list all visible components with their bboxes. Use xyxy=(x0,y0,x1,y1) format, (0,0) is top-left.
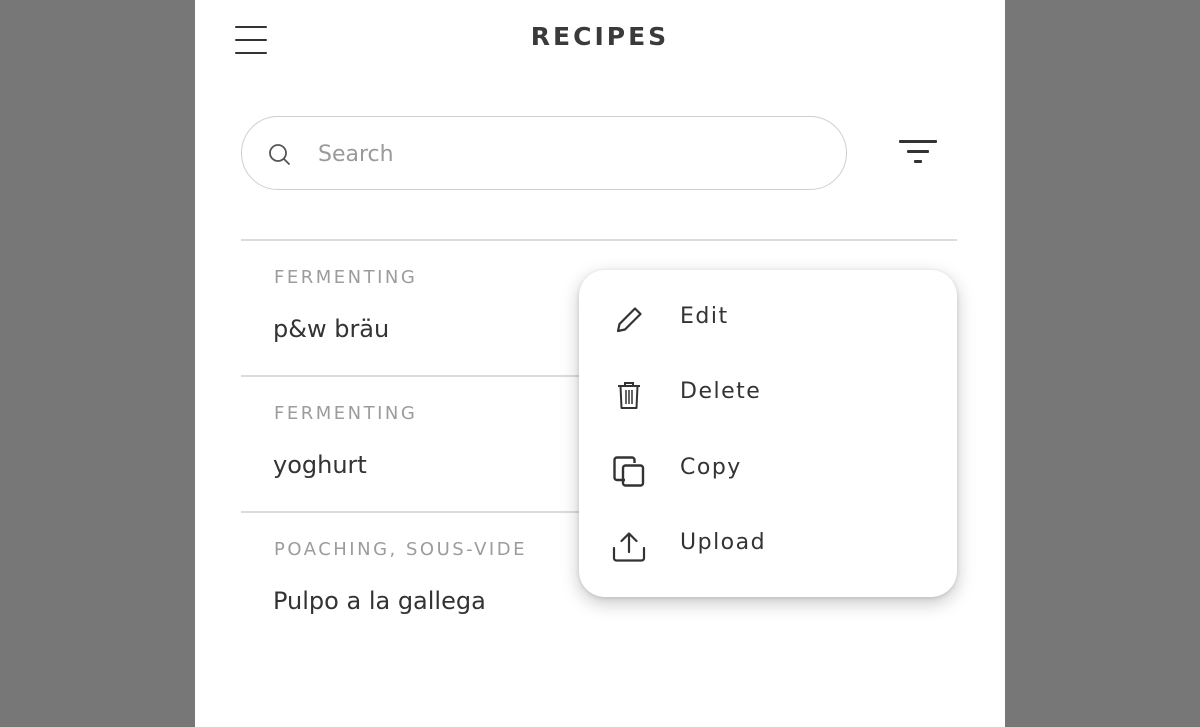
recipe-name: yoghurt xyxy=(273,451,367,479)
context-menu: Edit Delete Copy Upload xyxy=(579,270,957,597)
menu-item-copy[interactable]: Copy xyxy=(579,433,957,507)
search-bar[interactable] xyxy=(241,116,847,190)
upload-icon xyxy=(612,532,646,562)
menu-item-upload[interactable]: Upload xyxy=(579,508,957,582)
page-title: RECIPES xyxy=(530,22,670,51)
search-input[interactable] xyxy=(316,135,820,173)
search-icon xyxy=(269,144,290,165)
menu-item-delete[interactable]: Delete xyxy=(579,357,957,431)
recipe-category: FERMENTING xyxy=(274,267,418,288)
recipe-name: p&w bräu xyxy=(273,315,390,343)
pencil-icon xyxy=(616,307,642,333)
menu-item-edit[interactable]: Edit xyxy=(579,282,957,356)
trash-icon xyxy=(618,382,640,409)
menu-item-label: Copy xyxy=(680,455,742,480)
menu-item-label: Upload xyxy=(680,530,767,555)
menu-item-label: Delete xyxy=(680,379,762,404)
recipe-name: Pulpo a la gallega xyxy=(273,587,486,615)
recipe-category: POACHING, SOUS-VIDE xyxy=(274,539,527,560)
filter-icon[interactable] xyxy=(895,138,941,172)
recipe-category: FERMENTING xyxy=(274,403,418,424)
copy-icon xyxy=(613,456,645,487)
menu-item-label: Edit xyxy=(680,304,729,329)
